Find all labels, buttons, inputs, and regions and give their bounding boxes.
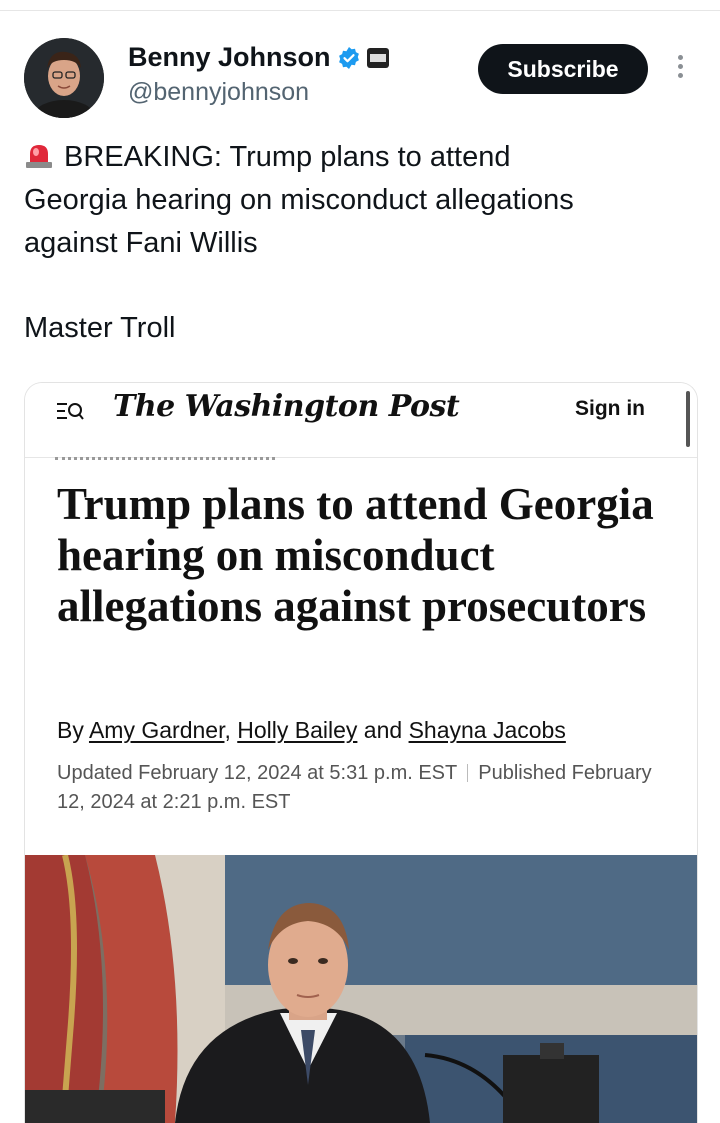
author-name[interactable]: Benny Johnson [128,42,331,73]
tweet-line-4: Master Troll [24,312,176,344]
author-link-3[interactable]: Shayna Jacobs [409,717,566,743]
author-name-row[interactable]: Benny Johnson [128,42,389,73]
more-options-icon[interactable] [670,52,690,86]
byline-prefix: By [57,717,84,743]
top-divider [0,10,720,11]
kicker-strip [55,457,295,461]
author-link-1[interactable]: Amy Gardner [89,717,225,743]
tweet-line-2: Georgia hearing on misconduct allegation… [24,184,574,216]
sign-in-link[interactable]: Sign in [575,397,645,421]
article-headline: Trump plans to attend Georgia hearing on… [57,479,654,631]
verified-badge-icon [338,46,359,69]
updated-date: Updated February 12, 2024 at 5:31 p.m. E… [57,762,458,784]
byline-and: and [363,717,403,743]
menu-search-icon[interactable] [55,399,85,427]
author-link-2[interactable]: Holly Bailey [237,717,357,743]
tweet-line-1: BREAKING: Trump plans to attend [64,141,511,173]
police-siren-icon [26,145,52,168]
wp-header: The Washington Post Sign in [25,383,697,458]
scrollbar[interactable] [686,391,690,447]
article-photo [25,855,697,1123]
dateline-divider [467,764,469,782]
subscribe-button[interactable]: Subscribe [478,44,648,94]
byline: By Amy Gardner, Holly Bailey and Shayna … [57,717,566,744]
affiliate-badge-icon [366,47,389,68]
byline-comma: , [224,717,231,743]
tweet-line-3: against Fani Willis [24,227,258,259]
publication-logo: The Washington Post [113,389,460,424]
author-avatar[interactable] [24,38,104,118]
author-handle[interactable]: @bennyjohnson [128,78,309,107]
dateline: Updated February 12, 2024 at 5:31 p.m. E… [57,759,657,817]
embedded-article-image[interactable]: The Washington Post Sign in Trump plans … [24,382,698,1123]
tweet-text: BREAKING: Trump plans to attend Georgia … [24,136,694,350]
